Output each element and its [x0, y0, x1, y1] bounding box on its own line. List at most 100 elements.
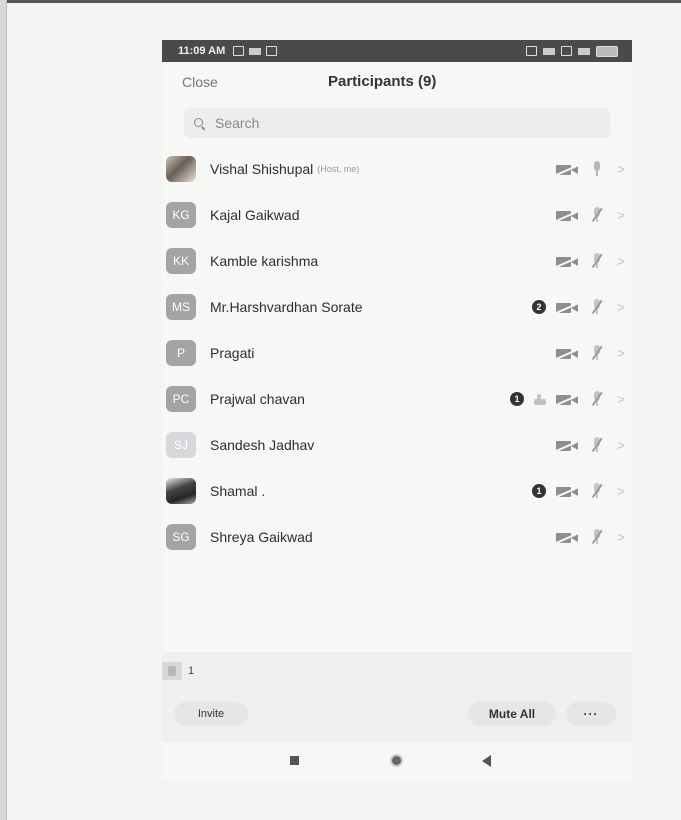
raised-hands-summary[interactable]: 1 — [162, 662, 194, 680]
avatar: SG — [166, 524, 196, 550]
android-nav-bar — [162, 744, 632, 778]
top-border — [0, 0, 681, 3]
page-left-edge — [0, 0, 7, 820]
avatar: SJ — [166, 432, 196, 458]
notification-icon — [233, 46, 245, 56]
vibrate-icon — [526, 46, 537, 56]
video-off-icon — [554, 255, 581, 268]
mic-muted-icon — [590, 437, 604, 453]
mic-icon — [590, 161, 604, 177]
video-off-icon — [554, 347, 581, 360]
avatar: MS — [166, 294, 196, 320]
chevron-right-icon: > — [616, 253, 626, 269]
participant-row[interactable]: MS Mr.Harshvardhan Sorate 2 > — [162, 284, 632, 330]
message-count-badge: 2 — [532, 300, 546, 314]
raised-hand-icon — [162, 662, 182, 680]
chevron-right-icon: > — [616, 207, 626, 223]
avatar: KK — [166, 248, 196, 274]
mic-muted-icon — [590, 345, 604, 361]
row-icons: > — [554, 238, 628, 284]
notification-icons — [233, 46, 278, 56]
video-notification-icon — [249, 47, 262, 55]
system-icons — [526, 45, 618, 57]
search-icon — [194, 117, 206, 130]
message-count-badge: 1 — [510, 392, 524, 406]
chevron-right-icon: > — [616, 345, 626, 361]
participant-row[interactable]: PC Prajwal chavan 1 > — [162, 376, 632, 422]
sim-icon — [561, 46, 572, 56]
avatar: KG — [166, 202, 196, 228]
participant-row[interactable]: SJ Sandesh Jadhav > — [162, 422, 632, 468]
chevron-right-icon: > — [616, 161, 626, 177]
participant-row[interactable]: SG Shreya Gaikwad > — [162, 514, 632, 560]
close-button[interactable]: Close — [182, 74, 218, 90]
battery-icon — [596, 45, 618, 57]
search-input[interactable] — [213, 114, 417, 132]
row-icons: > — [554, 192, 628, 238]
recents-icon[interactable] — [290, 756, 299, 765]
participant-row[interactable]: KK Kamble karishma > — [162, 238, 632, 284]
chevron-right-icon: > — [616, 299, 626, 315]
mic-muted-icon — [590, 391, 604, 407]
status-bar: 11:09 AM — [162, 40, 632, 62]
video-off-icon — [554, 485, 581, 498]
video-off-icon — [554, 531, 581, 544]
message-count-badge: 1 — [532, 484, 546, 498]
video-off-icon — [554, 439, 581, 452]
participant-name: Prajwal chavan — [210, 391, 305, 407]
row-icons: > — [554, 330, 628, 376]
chevron-right-icon: > — [616, 529, 626, 545]
participant-name: Sandesh Jadhav — [210, 437, 315, 453]
participant-list: Vishal Shishupal (Host, me) > KG Kajal G… — [162, 146, 632, 560]
back-icon[interactable] — [482, 755, 491, 767]
participant-name: Vishal Shishupal — [210, 161, 314, 177]
row-icons: > — [554, 146, 628, 192]
avatar: PC — [166, 386, 196, 412]
chevron-right-icon: > — [616, 391, 626, 407]
chevron-right-icon: > — [616, 483, 626, 499]
avatar: P — [166, 340, 196, 366]
row-icons: > — [554, 422, 628, 468]
participant-name: Shreya Gaikwad — [210, 529, 313, 545]
phone-screen: 11:09 AM Close Participants (9) Vishal S… — [162, 40, 632, 780]
status-time: 11:09 AM — [178, 45, 226, 57]
mute-all-button[interactable]: Mute All — [468, 702, 556, 726]
mic-muted-icon — [590, 299, 604, 315]
participant-name: Kajal Gaikwad — [210, 207, 300, 223]
participant-row[interactable]: Vishal Shishupal (Host, me) > — [162, 146, 632, 192]
video-off-icon — [554, 163, 581, 176]
row-icons: 2 > — [532, 284, 628, 330]
participant-row[interactable]: KG Kajal Gaikwad > — [162, 192, 632, 238]
avatar — [166, 156, 196, 182]
avatar — [166, 478, 196, 504]
invite-button[interactable]: Invite — [174, 702, 248, 726]
row-icons: 1 > — [532, 468, 628, 514]
participant-name: Mr.Harshvardhan Sorate — [210, 299, 363, 315]
whatsapp-icon — [266, 46, 278, 56]
more-options-button[interactable]: ··· — [566, 702, 616, 726]
video-off-icon — [554, 209, 581, 222]
participant-row[interactable]: Shamal . 1 > — [162, 468, 632, 514]
participants-header: Close Participants (9) — [162, 62, 632, 102]
chevron-right-icon: > — [616, 437, 626, 453]
participant-name: Shamal . — [210, 483, 266, 499]
signal-2-icon — [578, 47, 590, 55]
participant-name: Kamble karishma — [210, 253, 319, 269]
participant-row[interactable]: P Pragati > — [162, 330, 632, 376]
search-bar[interactable] — [184, 108, 610, 138]
mic-muted-icon — [590, 253, 604, 269]
mic-muted-icon — [590, 529, 604, 545]
mic-muted-icon — [590, 483, 604, 499]
participant-name: Pragati — [210, 345, 255, 361]
row-icons: > — [554, 514, 628, 560]
video-off-icon — [554, 301, 581, 314]
footer-panel: 1 Invite Mute All ··· — [162, 652, 632, 742]
signal-icon — [543, 47, 555, 55]
row-icons: 1 > — [510, 376, 628, 422]
page-title: Participants (9) — [328, 73, 437, 90]
raised-hands-count: 1 — [188, 665, 195, 677]
raised-hand-icon — [534, 393, 546, 405]
video-off-icon — [554, 393, 581, 406]
mic-muted-icon — [590, 207, 604, 223]
home-icon[interactable] — [390, 754, 403, 767]
